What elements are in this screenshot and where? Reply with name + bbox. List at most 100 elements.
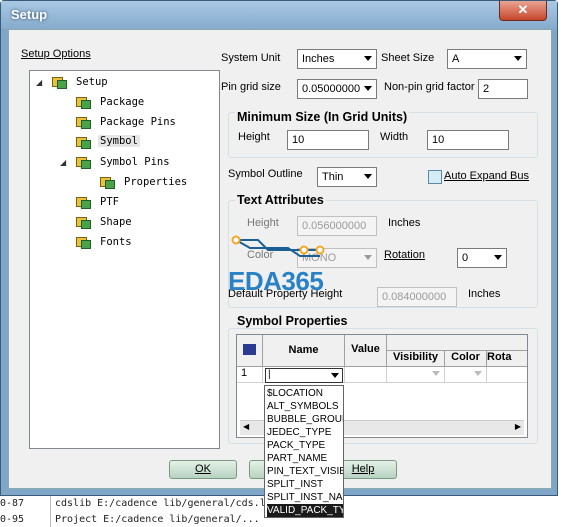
folder-icon xyxy=(76,115,91,129)
folder-icon xyxy=(76,195,91,209)
grid-header-name[interactable]: Name xyxy=(263,335,345,367)
system-unit-label: System Unit xyxy=(221,52,281,64)
folder-icon xyxy=(76,215,91,229)
folder-icon xyxy=(76,155,91,169)
tree-item-properties[interactable]: Properties xyxy=(124,176,187,188)
min-height-label: Height xyxy=(238,131,270,143)
tree-item-package-pins[interactable]: Package Pins xyxy=(100,116,176,128)
min-height-input[interactable]: 10 xyxy=(287,130,369,150)
grid-header-visibility[interactable]: Visibility xyxy=(387,351,445,367)
auto-expand-bus-checkbox[interactable] xyxy=(428,170,442,184)
dropdown-item[interactable]: JEDEC_TYPE xyxy=(267,426,343,439)
folder-icon xyxy=(76,235,91,249)
text-cursor: | xyxy=(268,369,271,380)
chevron-down-icon xyxy=(514,56,522,61)
grid-row-number: 1 xyxy=(237,367,263,383)
chevron-down-icon xyxy=(364,56,372,61)
dropdown-item[interactable]: PIN_TEXT_VISIBLE xyxy=(267,465,343,478)
chevron-down-icon xyxy=(364,255,372,260)
tree-item-fonts[interactable]: Fonts xyxy=(100,236,132,248)
dropdown-item[interactable]: BUBBLE_GROUP xyxy=(267,413,343,426)
chevron-down-icon xyxy=(364,174,372,179)
min-width-label: Width xyxy=(380,131,409,143)
min-width-input[interactable]: 10 xyxy=(427,130,509,150)
dropdown-item[interactable]: PART_NAME xyxy=(267,452,343,465)
sheet-size-select[interactable]: A xyxy=(447,49,527,69)
default-property-height-input[interactable]: 0.084000000 xyxy=(377,287,457,307)
symbol-outline-select[interactable]: Thin xyxy=(317,167,377,187)
setup-options-tree[interactable]: ◢ Setup Package Package Pins Symbol ◢ Sy… xyxy=(29,70,220,449)
rotation-select[interactable]: 0 xyxy=(457,248,507,268)
text-height-label: Height xyxy=(247,217,279,229)
console-line-2: Project E:/cadence lib/general/... xyxy=(55,514,260,525)
property-name-dropdown[interactable]: $LOCATION ALT_SYMBOLS BUBBLE_GROUP JEDEC… xyxy=(264,385,344,518)
title-bar[interactable]: Setup ✕ xyxy=(1,1,557,29)
non-pin-grid-label: Non-pin grid factor xyxy=(384,81,475,93)
pin-grid-select[interactable]: 0.05000000 xyxy=(297,79,377,99)
dropdown-item-selected[interactable]: VALID_PACK_TYPE xyxy=(267,504,343,517)
grid-header-value[interactable]: Value xyxy=(345,335,387,367)
auto-expand-bus-label[interactable]: Auto Expand Bus xyxy=(444,170,529,182)
folder-icon xyxy=(76,135,91,149)
folder-icon xyxy=(100,175,115,189)
ok-button-label: OK xyxy=(195,463,211,475)
symbol-properties-title: Symbol Properties xyxy=(235,314,350,328)
chevron-down-icon xyxy=(364,86,372,91)
setup-options-label: Setup Options xyxy=(21,48,91,60)
grid-corner-header xyxy=(237,335,263,367)
folder-icon xyxy=(52,75,67,89)
console-line-2-prefix: 0-95 xyxy=(0,514,25,525)
non-pin-grid-input[interactable]: 2 xyxy=(478,79,528,99)
scroll-left-icon[interactable]: ◀ xyxy=(243,422,249,431)
pin-grid-label: Pin grid size xyxy=(221,81,281,93)
pin-grid-value: 0.05000000 xyxy=(302,83,361,95)
grid-cell-value[interactable] xyxy=(345,367,387,383)
grid-cell-visibility[interactable] xyxy=(387,367,445,383)
rotation-value: 0 xyxy=(462,252,469,264)
dropdown-item[interactable]: ALT_SYMBOLS xyxy=(267,400,343,413)
console-line-1-prefix: 0-87 xyxy=(0,498,25,509)
sheet-size-value: A xyxy=(452,53,460,65)
chevron-down-icon xyxy=(331,373,339,378)
text-attributes-title: Text Attributes xyxy=(235,193,326,207)
chevron-down-icon xyxy=(494,255,502,260)
grid-cell-name[interactable]: | xyxy=(263,367,345,383)
ok-button[interactable]: OK xyxy=(169,460,237,479)
dropdown-item[interactable]: SPLIT_INST_NAME xyxy=(267,491,343,504)
tree-item-shape[interactable]: Shape xyxy=(100,216,132,228)
dropdown-item[interactable]: PACK_TYPE xyxy=(267,439,343,452)
grid-header-display: Di xyxy=(387,335,527,351)
dropdown-item[interactable]: SPLIT_INST xyxy=(267,478,343,491)
folder-icon xyxy=(76,95,91,109)
sheet-size-label: Sheet Size xyxy=(381,52,435,64)
symbol-outline-label: Symbol Outline xyxy=(228,168,303,180)
watermark-circuit-graphic xyxy=(231,235,325,257)
tree-item-package[interactable]: Package xyxy=(100,96,144,108)
default-property-height-unit: Inches xyxy=(468,288,501,300)
rotation-label: Rotation xyxy=(384,249,425,261)
tree-item-symbol[interactable]: Symbol xyxy=(98,135,140,147)
dialog-title: Setup xyxy=(11,7,48,22)
minimum-size-title: Minimum Size (In Grid Units) xyxy=(235,110,410,124)
dropdown-item[interactable]: $LOCATION xyxy=(267,387,343,400)
scroll-right-icon[interactable]: ▶ xyxy=(515,422,521,431)
tree-item-ptf[interactable]: PTF xyxy=(100,196,119,208)
symbol-outline-value: Thin xyxy=(322,171,344,183)
system-unit-select[interactable]: Inches xyxy=(297,49,377,69)
chevron-down-icon xyxy=(474,371,482,376)
tree-item-setup[interactable]: Setup xyxy=(76,76,108,88)
grid-cell-color[interactable] xyxy=(445,367,487,383)
collapse-arrow-icon[interactable]: ◢ xyxy=(36,78,42,87)
name-combo[interactable]: | xyxy=(265,368,343,383)
close-button[interactable]: ✕ xyxy=(499,1,547,21)
chevron-down-icon xyxy=(432,371,440,376)
text-height-unit: Inches xyxy=(388,217,421,229)
watermark-logo: EDA365 xyxy=(228,266,324,296)
help-button-label: Help xyxy=(351,463,375,475)
grid-header-color[interactable]: Color xyxy=(445,351,487,367)
tree-item-symbol-pins[interactable]: Symbol Pins xyxy=(100,156,170,168)
grid-header-rotation[interactable]: Rota xyxy=(487,351,527,367)
system-unit-value: Inches xyxy=(302,53,335,65)
grid-cell-rotation[interactable] xyxy=(487,367,527,383)
collapse-arrow-icon[interactable]: ◢ xyxy=(60,158,66,167)
